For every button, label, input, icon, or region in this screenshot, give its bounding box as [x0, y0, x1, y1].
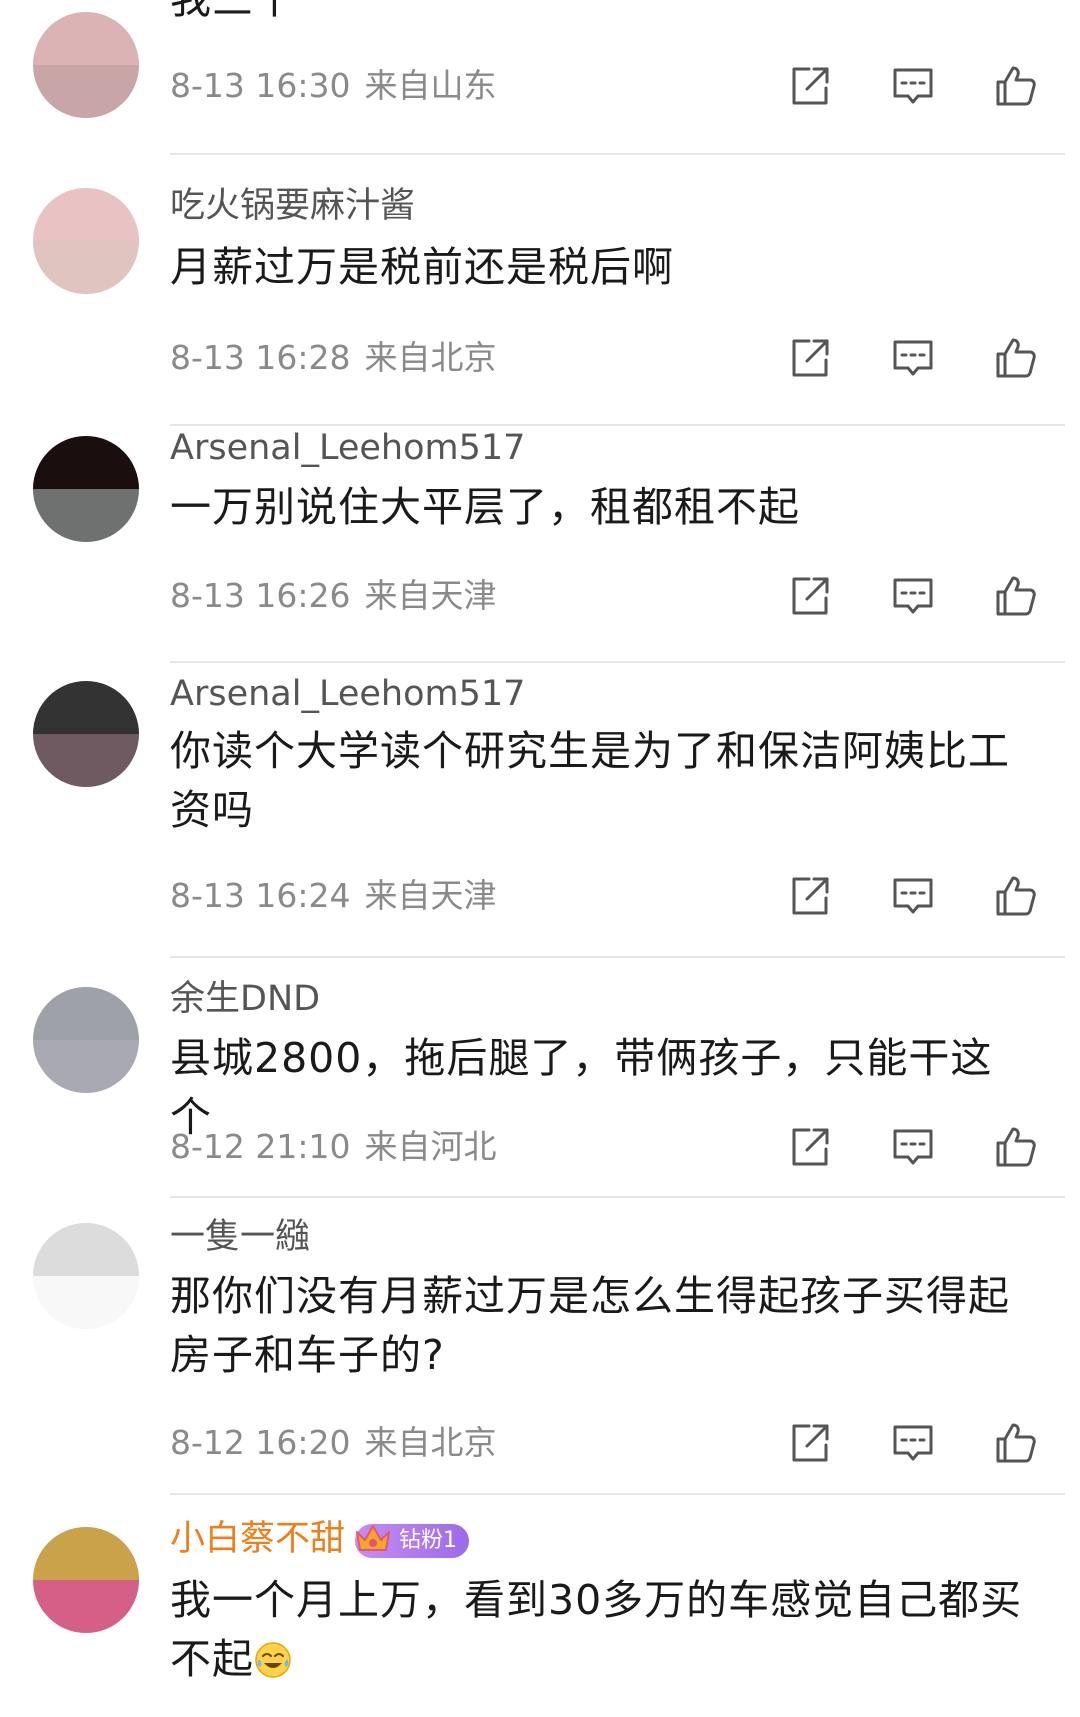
thumbs-up-icon [996, 1127, 1036, 1167]
username[interactable]: 余生DND [170, 977, 320, 1021]
comment-location: 来自天津 [364, 876, 497, 915]
reply-button[interactable] [883, 1413, 943, 1473]
avatar[interactable] [33, 436, 139, 542]
username[interactable]: Arsenal_Leehom517 [170, 426, 525, 470]
comment-location: 来自天津 [364, 576, 497, 615]
comment-text[interactable]: 月薪过万是税前还是税后啊 [170, 238, 1050, 297]
share-icon [792, 877, 829, 915]
comment-text[interactable]: 那你们没有月薪过万是怎么生得起孩子买得起房子和车子的? [170, 1267, 1030, 1385]
reply-button[interactable] [883, 866, 943, 926]
comment-text[interactable]: 我三千 [170, 0, 1050, 29]
comment-item: 我三千 8-13 16:30 来自山东 [0, 0, 1080, 190]
crying-laughing-emoji-icon [255, 1642, 291, 1678]
username-text: 小白蔡不甜 [170, 1519, 346, 1559]
divider [170, 661, 1065, 663]
divider [170, 153, 1065, 155]
avatar[interactable] [33, 681, 139, 787]
like-button[interactable] [986, 1413, 1046, 1473]
comment-item: 小白蔡不甜 钻粉1 我一个月上万，看到30多万的车感觉自己都买不起 [0, 1497, 1080, 1717]
avatar[interactable] [33, 1527, 139, 1633]
avatar[interactable] [33, 987, 139, 1093]
share-icon [792, 1424, 829, 1462]
comment-text[interactable]: 一万别说住大平层了，租都租不起 [170, 478, 1050, 537]
comment-meta: 8-12 21:10 来自河北 [170, 1127, 497, 1167]
thumbs-up-icon [996, 338, 1036, 378]
like-button[interactable] [986, 866, 1046, 926]
comment-meta: 8-12 16:20 来自北京 [170, 1423, 497, 1463]
comment-meta: 8-13 16:24 来自天津 [170, 876, 497, 916]
comment-item: 吃火锅要麻汁酱 月薪过万是税前还是税后啊 8-13 16:28 来自北京 [0, 186, 1080, 427]
comment-icon [893, 578, 933, 614]
comment-item: 一隻一繈 那你们没有月薪过万是怎么生得起孩子买得起房子和车子的? 8-12 16… [0, 1199, 1080, 1497]
share-button[interactable] [780, 328, 840, 388]
thumbs-up-icon [996, 66, 1036, 106]
username[interactable]: 小白蔡不甜 钻粉1 [170, 1517, 470, 1561]
comment-time: 8-12 21:10 [170, 1127, 351, 1166]
share-button[interactable] [780, 56, 840, 116]
comment-icon [893, 340, 933, 376]
avatar[interactable] [33, 1223, 139, 1329]
comment-meta: 8-13 16:30 来自山东 [170, 66, 497, 106]
reply-button[interactable] [883, 566, 943, 626]
thumbs-up-icon [996, 876, 1036, 916]
comment-location: 来自河北 [364, 1127, 497, 1166]
username[interactable]: 吃火锅要麻汁酱 [170, 184, 415, 228]
like-button[interactable] [986, 566, 1046, 626]
avatar[interactable] [33, 188, 139, 294]
comment-time: 8-13 16:26 [170, 576, 351, 615]
fan-badge[interactable]: 钻粉1 [355, 1524, 470, 1558]
avatar[interactable] [33, 12, 139, 118]
divider [170, 1196, 1065, 1198]
share-icon [792, 577, 829, 615]
reply-button[interactable] [883, 1117, 943, 1177]
comment-location: 来自北京 [364, 1423, 497, 1462]
comment-item: 余生DND 县城2800，拖后腿了，带俩孩子，只能干这个 8-12 21:10 来… [0, 961, 1080, 1199]
comment-text[interactable]: 你读个大学读个研究生是为了和保洁阿姨比工资吗 [170, 722, 1030, 840]
comment-icon [893, 1425, 933, 1461]
comment-time: 8-13 16:28 [170, 338, 351, 377]
comment-time: 8-13 16:24 [170, 876, 351, 915]
comment-icon [893, 68, 933, 104]
share-icon [792, 339, 829, 377]
reply-button[interactable] [883, 56, 943, 116]
comment-location: 来自山东 [364, 66, 497, 105]
share-button[interactable] [780, 1413, 840, 1473]
comment-text[interactable]: 我一个月上万，看到30多万的车感觉自己都买不起 [170, 1571, 1030, 1689]
comment-location: 来自北京 [364, 338, 497, 377]
comment-item: Arsenal_Leehom517 一万别说住大平层了，租都租不起 8-13 1… [0, 427, 1080, 664]
share-button[interactable] [780, 866, 840, 926]
comment-time: 8-13 16:30 [170, 66, 351, 105]
username[interactable]: 一隻一繈 [170, 1215, 310, 1259]
badge-label: 钻粉1 [399, 1528, 458, 1553]
comment-meta: 8-13 16:26 来自天津 [170, 576, 497, 616]
thumbs-up-icon [996, 1423, 1036, 1463]
share-icon [792, 67, 829, 105]
divider [170, 1493, 1065, 1495]
comment-icon [893, 878, 933, 914]
reply-button[interactable] [883, 328, 943, 388]
comment-icon [893, 1129, 933, 1165]
comment-item: Arsenal_Leehom517 你读个大学读个研究生是为了和保洁阿姨比工资吗… [0, 664, 1080, 961]
like-button[interactable] [986, 56, 1046, 116]
thumbs-up-icon [996, 576, 1036, 616]
username[interactable]: Arsenal_Leehom517 [170, 672, 525, 716]
like-button[interactable] [986, 1117, 1046, 1177]
comment-meta: 8-13 16:28 来自北京 [170, 338, 497, 378]
crown-icon [356, 1525, 391, 1551]
comment-list: 我三千 8-13 16:30 来自山东 [0, 0, 1080, 1717]
comment-time: 8-12 16:20 [170, 1423, 351, 1462]
share-icon [792, 1128, 829, 1166]
share-button[interactable] [780, 1117, 840, 1177]
comment-text-content: 我一个月上万，看到30多万的车感觉自己都买不起 [170, 1576, 1023, 1683]
share-button[interactable] [780, 566, 840, 626]
like-button[interactable] [986, 328, 1046, 388]
divider [170, 956, 1065, 958]
